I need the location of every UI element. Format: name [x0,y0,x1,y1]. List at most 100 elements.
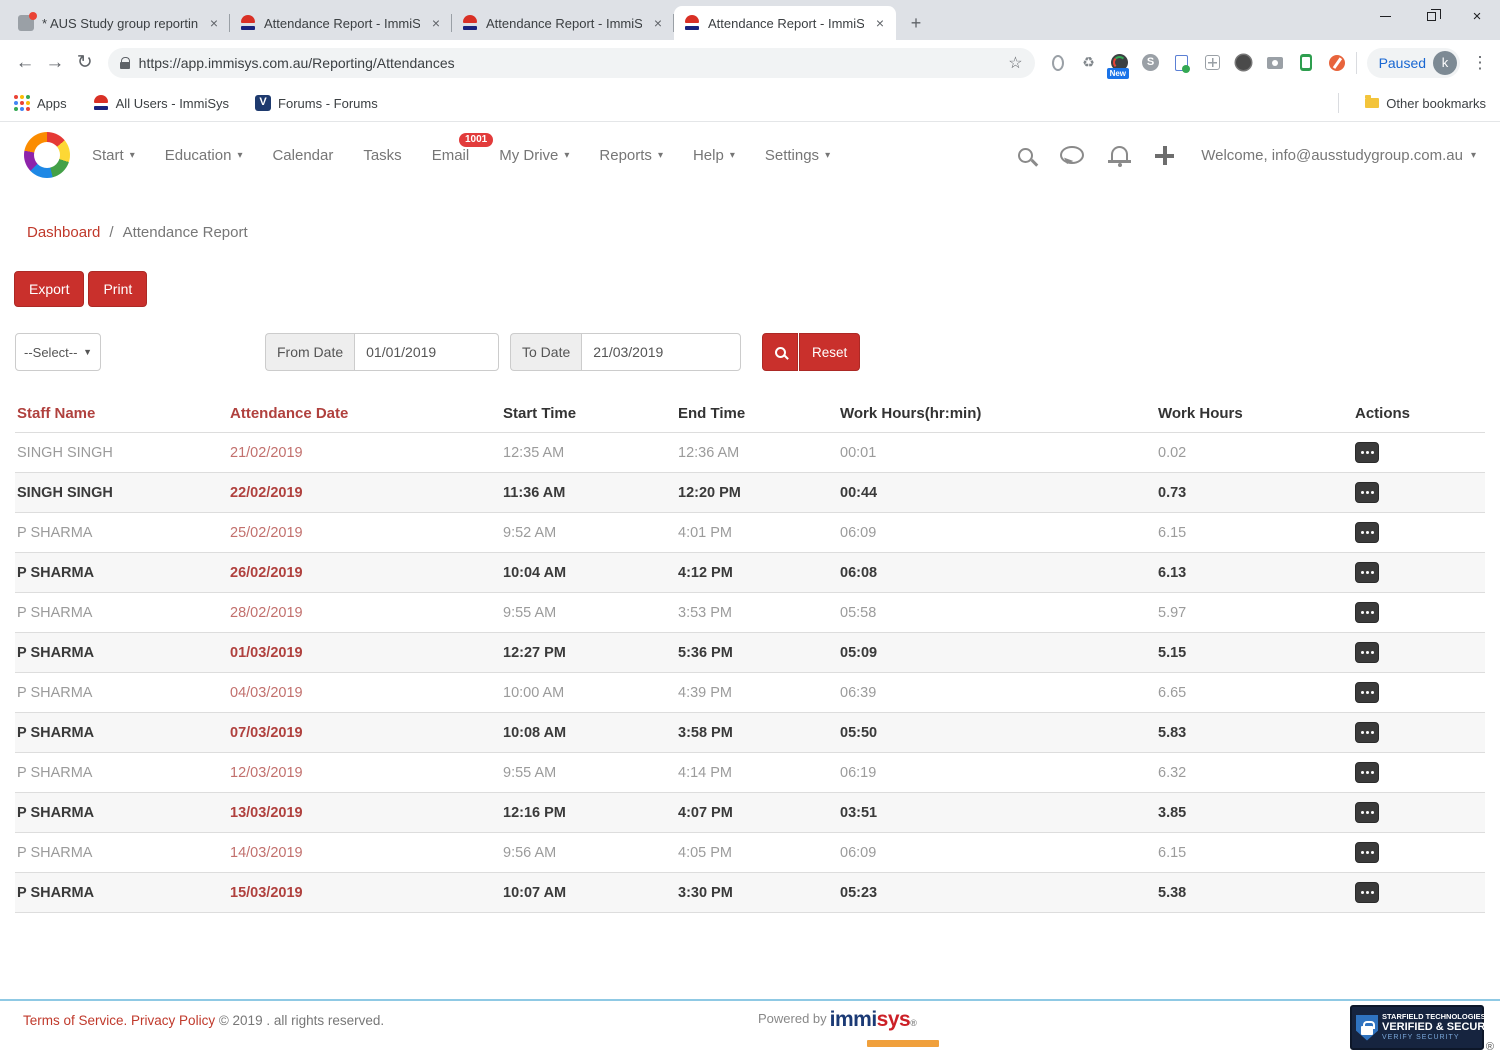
row-actions-button[interactable] [1355,442,1379,463]
extension-document-icon[interactable] [1173,54,1191,72]
extension-pen-icon[interactable] [1328,54,1346,72]
nav-item-tasks[interactable]: Tasks [363,147,401,164]
chevron-down-icon: ▾ [825,150,830,161]
profile-avatar[interactable]: k [1433,51,1457,75]
start-time-cell: 9:55 AM [501,753,676,793]
profile-button[interactable]: Paused k [1367,48,1460,78]
url-text[interactable]: https://app.immisys.com.au/Reporting/Att… [139,55,1000,71]
tab-close-icon[interactable]: × [206,15,222,31]
attendance-table: Staff Name Attendance Date Start Time En… [15,399,1485,913]
header-attendance-date[interactable]: Attendance Date [228,399,501,433]
tab-close-icon[interactable]: × [872,15,888,31]
nav-item-help[interactable]: Help▾ [693,147,735,164]
extension-grid-icon[interactable] [1204,54,1222,72]
bookmark-star-icon[interactable]: ☆ [1008,53,1022,73]
start-time-cell: 9:55 AM [501,593,676,633]
ausstudygroup-logo[interactable] [24,132,70,178]
extension-oval-icon[interactable] [1049,54,1067,72]
browser-tab-2[interactable]: Attendance Report - ImmiSys × [230,6,452,40]
reload-button[interactable]: ↻ [70,51,100,74]
row-actions-button[interactable] [1355,642,1379,663]
row-actions-button[interactable] [1355,482,1379,503]
extension-phone-icon[interactable] [1297,54,1315,72]
terms-of-service-link[interactable]: Terms of Service. [23,1013,127,1028]
search-icon[interactable] [1018,148,1033,163]
attendance-date-cell: 07/03/2019 [228,713,501,753]
breadcrumb-dashboard-link[interactable]: Dashboard [27,224,100,241]
extension-camera-icon[interactable] [1266,54,1284,72]
seal-subtitle: VERIFY SECURITY [1382,1034,1500,1042]
row-actions-button[interactable] [1355,762,1379,783]
row-actions-button[interactable] [1355,562,1379,583]
search-submit-button[interactable] [762,333,798,371]
window-minimize-button[interactable] [1362,0,1408,32]
address-bar[interactable]: https://app.immisys.com.au/Reporting/Att… [108,48,1035,78]
table-header-row: Staff Name Attendance Date Start Time En… [15,399,1485,433]
table-row: SINGH SINGH 22/02/2019 11:36 AM 12:20 PM… [15,473,1485,513]
tab-close-icon[interactable]: × [650,15,666,31]
tab-close-icon[interactable]: × [428,15,444,31]
back-button[interactable]: ← [10,52,40,74]
immisys-logo[interactable]: immisys® [830,1011,917,1032]
start-time-cell: 12:27 PM [501,633,676,673]
apps-shortcut[interactable]: Apps [14,95,67,111]
browser-tab-4-active[interactable]: Attendance Report - ImmiSys × [674,6,896,40]
nav-item-email[interactable]: Email1001 [432,147,470,164]
verified-secured-seal[interactable]: STARFIELD TECHNOLOGIES VERIFIED & SECURE… [1350,1005,1484,1050]
row-actions-button[interactable] [1355,882,1379,903]
start-time-cell: 9:56 AM [501,833,676,873]
account-menu[interactable]: Welcome, info@ausstudygroup.com.au ▾ [1201,147,1476,164]
row-actions-button[interactable] [1355,602,1379,623]
window-close-button[interactable]: × [1454,0,1500,32]
nav-item-start[interactable]: Start▾ [92,147,135,164]
extension-gauge-icon[interactable]: New [1111,54,1129,72]
attendance-date-cell: 28/02/2019 [228,593,501,633]
chat-icon[interactable] [1060,146,1084,164]
new-tab-button[interactable]: + [902,9,930,37]
row-actions-button[interactable] [1355,682,1379,703]
table-row: P SHARMA 07/03/2019 10:08 AM 3:58 PM 05:… [15,713,1485,753]
browser-menu-icon[interactable]: ⋮ [1470,53,1490,73]
browser-tab-1[interactable]: * AUS Study group reporting tha × [8,6,230,40]
window-restore-button[interactable] [1408,0,1454,32]
chevron-down-icon: ▾ [1471,150,1476,161]
work-hours-hrmin-cell: 03:51 [838,793,1156,833]
quick-add-icon[interactable] [1155,146,1174,165]
extension-recycle-icon[interactable]: ♻ [1080,54,1098,72]
work-hours-cell: 6.65 [1156,673,1353,713]
nav-item-settings[interactable]: Settings▾ [765,147,830,164]
attendance-date-cell: 21/02/2019 [228,433,501,473]
ellipsis-icon [1366,611,1369,614]
nav-item-my-drive[interactable]: My Drive▾ [499,147,569,164]
row-actions-button[interactable] [1355,802,1379,823]
bookmark-all-users[interactable]: All Users - ImmiSys [93,95,229,111]
export-button[interactable]: Export [14,271,84,307]
nav-item-reports[interactable]: Reports▾ [599,147,663,164]
row-actions-button[interactable] [1355,722,1379,743]
extension-bug-icon[interactable] [1235,54,1253,72]
other-bookmarks-button[interactable]: Other bookmarks [1365,96,1486,111]
to-date-input[interactable] [581,333,741,371]
from-date-input[interactable] [354,333,499,371]
print-button[interactable]: Print [88,271,147,307]
row-actions-button[interactable] [1355,522,1379,543]
bookmarks-bar: Apps All Users - ImmiSys Forums - Forums… [0,85,1500,122]
work-hours-hrmin-cell: 06:09 [838,513,1156,553]
row-actions-button[interactable] [1355,842,1379,863]
header-staff-name[interactable]: Staff Name [15,399,228,433]
attendance-date-cell: 04/03/2019 [228,673,501,713]
privacy-policy-link[interactable]: Privacy Policy [131,1013,215,1028]
reset-button[interactable]: Reset [799,333,860,371]
nav-item-education[interactable]: Education▾ [165,147,243,164]
bookmark-forums[interactable]: Forums - Forums [255,95,378,111]
attendance-date-cell: 15/03/2019 [228,873,501,913]
forward-button[interactable]: → [40,52,70,74]
nav-item-calendar[interactable]: Calendar [272,147,333,164]
ellipsis-icon [1366,891,1369,894]
browser-tab-3[interactable]: Attendance Report - ImmiSys × [452,6,674,40]
extension-skype-icon[interactable] [1142,54,1160,72]
attendance-date-cell: 22/02/2019 [228,473,501,513]
end-time-cell: 4:14 PM [676,753,838,793]
report-type-select[interactable]: --Select-- ▼ [15,333,101,371]
notifications-bell-icon[interactable] [1111,146,1128,161]
